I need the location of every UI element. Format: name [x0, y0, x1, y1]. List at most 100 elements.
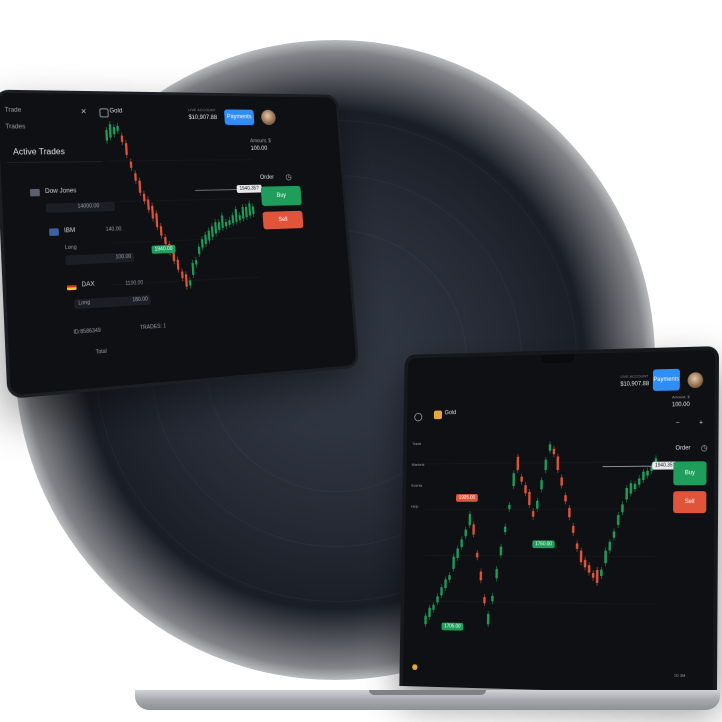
- candle: [172, 252, 176, 262]
- side-item-markets[interactable]: Markets: [412, 462, 425, 467]
- candle: [552, 448, 556, 455]
- candle: [164, 236, 167, 245]
- plus-button[interactable]: +: [699, 420, 703, 427]
- chart-price-tag-red: 1905.00: [455, 494, 478, 502]
- candle: [225, 222, 229, 228]
- candle: [138, 180, 142, 193]
- candle: [491, 595, 494, 602]
- candle: [194, 259, 198, 265]
- laptop-screen: Trade Markets Events Help Gold LIVE ACCO…: [399, 346, 720, 695]
- status-dot: [412, 664, 418, 671]
- candle: [579, 550, 583, 563]
- candle: [188, 280, 192, 286]
- buy-button[interactable]: Buy: [260, 185, 302, 207]
- deposit-button[interactable]: Payments: [652, 368, 680, 391]
- candle: [524, 485, 527, 494]
- footer-total: Total: [95, 348, 107, 356]
- grid-line: [108, 198, 254, 201]
- deposit-button[interactable]: Payments: [223, 109, 255, 126]
- price-chart[interactable]: [104, 120, 262, 326]
- item-name[interactable]: IBM: [64, 228, 76, 235]
- price-chart[interactable]: [423, 414, 658, 652]
- balance-value[interactable]: $10,907.88: [620, 381, 649, 387]
- side-item-events[interactable]: Events: [411, 483, 422, 488]
- asset-label[interactable]: Gold: [445, 410, 456, 416]
- candle: [432, 604, 435, 610]
- candle: [625, 488, 628, 500]
- candle: [536, 500, 539, 509]
- clock-icon[interactable]: ◷: [285, 173, 292, 182]
- candle: [440, 587, 443, 596]
- candle: [436, 596, 439, 603]
- item-name[interactable]: DAX: [82, 282, 95, 289]
- candle: [591, 573, 595, 578]
- candle: [468, 513, 472, 526]
- account-label: LIVE ACCOUNT: [187, 107, 217, 113]
- candle: [495, 568, 498, 579]
- close-icon[interactable]: ×: [81, 106, 87, 116]
- candle: [571, 525, 575, 533]
- asset-label[interactable]: Gold: [109, 108, 122, 114]
- timeframe-label[interactable]: 1D 3M: [674, 673, 686, 678]
- candle: [424, 615, 427, 625]
- candle: [637, 478, 641, 485]
- candle: [612, 531, 616, 538]
- candle: [646, 470, 649, 476]
- candle: [191, 263, 195, 276]
- candle: [120, 135, 124, 142]
- grid-line: [425, 555, 658, 556]
- candle: [241, 207, 245, 219]
- candle: [583, 559, 587, 568]
- candle: [616, 515, 620, 525]
- order-label[interactable]: Order: [675, 446, 690, 452]
- candle: [544, 459, 548, 471]
- minus-button[interactable]: −: [676, 420, 680, 427]
- sell-button[interactable]: Sell: [673, 491, 707, 514]
- tablet-device: Trade Trades × Gold Active Trades Dow Jo…: [0, 89, 360, 400]
- candle: [604, 550, 607, 564]
- item-label: Long: [64, 244, 77, 252]
- candle: [181, 271, 184, 279]
- divider: [6, 161, 103, 164]
- nav-trade-label[interactable]: Trade: [4, 107, 21, 113]
- order-label[interactable]: Order: [260, 175, 274, 181]
- candle: [499, 546, 503, 556]
- candle: [464, 529, 467, 537]
- candle: [452, 556, 455, 569]
- buy-button[interactable]: Buy: [673, 461, 707, 486]
- candle: [444, 579, 447, 589]
- amount-value[interactable]: 100.00: [250, 146, 267, 152]
- sell-button[interactable]: Sell: [262, 210, 304, 230]
- candle: [560, 477, 563, 486]
- balance-value[interactable]: $10,907.88: [188, 115, 217, 121]
- candle: [129, 161, 133, 168]
- chart-price-tag: 1940.00: [151, 244, 176, 254]
- candle: [483, 597, 486, 604]
- logo-icon[interactable]: [414, 412, 423, 422]
- candle: [238, 215, 241, 221]
- candle: [217, 222, 221, 231]
- user-name[interactable]: Dow Jones: [45, 188, 77, 195]
- chart-price-tag-green: 1705.00: [441, 622, 464, 631]
- candle: [633, 483, 637, 490]
- candle: [486, 613, 490, 625]
- avatar[interactable]: [687, 372, 704, 389]
- candle: [134, 173, 137, 181]
- candle: [608, 541, 612, 551]
- candle: [568, 507, 571, 518]
- panel-title: Active Trades: [12, 146, 65, 157]
- candle: [204, 234, 208, 245]
- clock-icon[interactable]: ◷: [701, 443, 708, 452]
- grid-line: [106, 160, 251, 161]
- candle: [531, 511, 535, 517]
- grid-line: [111, 238, 257, 244]
- side-item-help[interactable]: Help: [411, 504, 418, 509]
- avatar[interactable]: [260, 109, 277, 126]
- candle: [234, 209, 238, 222]
- candle: [221, 216, 225, 229]
- side-item-trade[interactable]: Trade: [412, 441, 421, 446]
- nav-trades-label[interactable]: Trades: [5, 124, 25, 130]
- camera-notch: [540, 353, 575, 364]
- amount-value[interactable]: 100.00: [672, 402, 690, 408]
- candle: [214, 222, 217, 234]
